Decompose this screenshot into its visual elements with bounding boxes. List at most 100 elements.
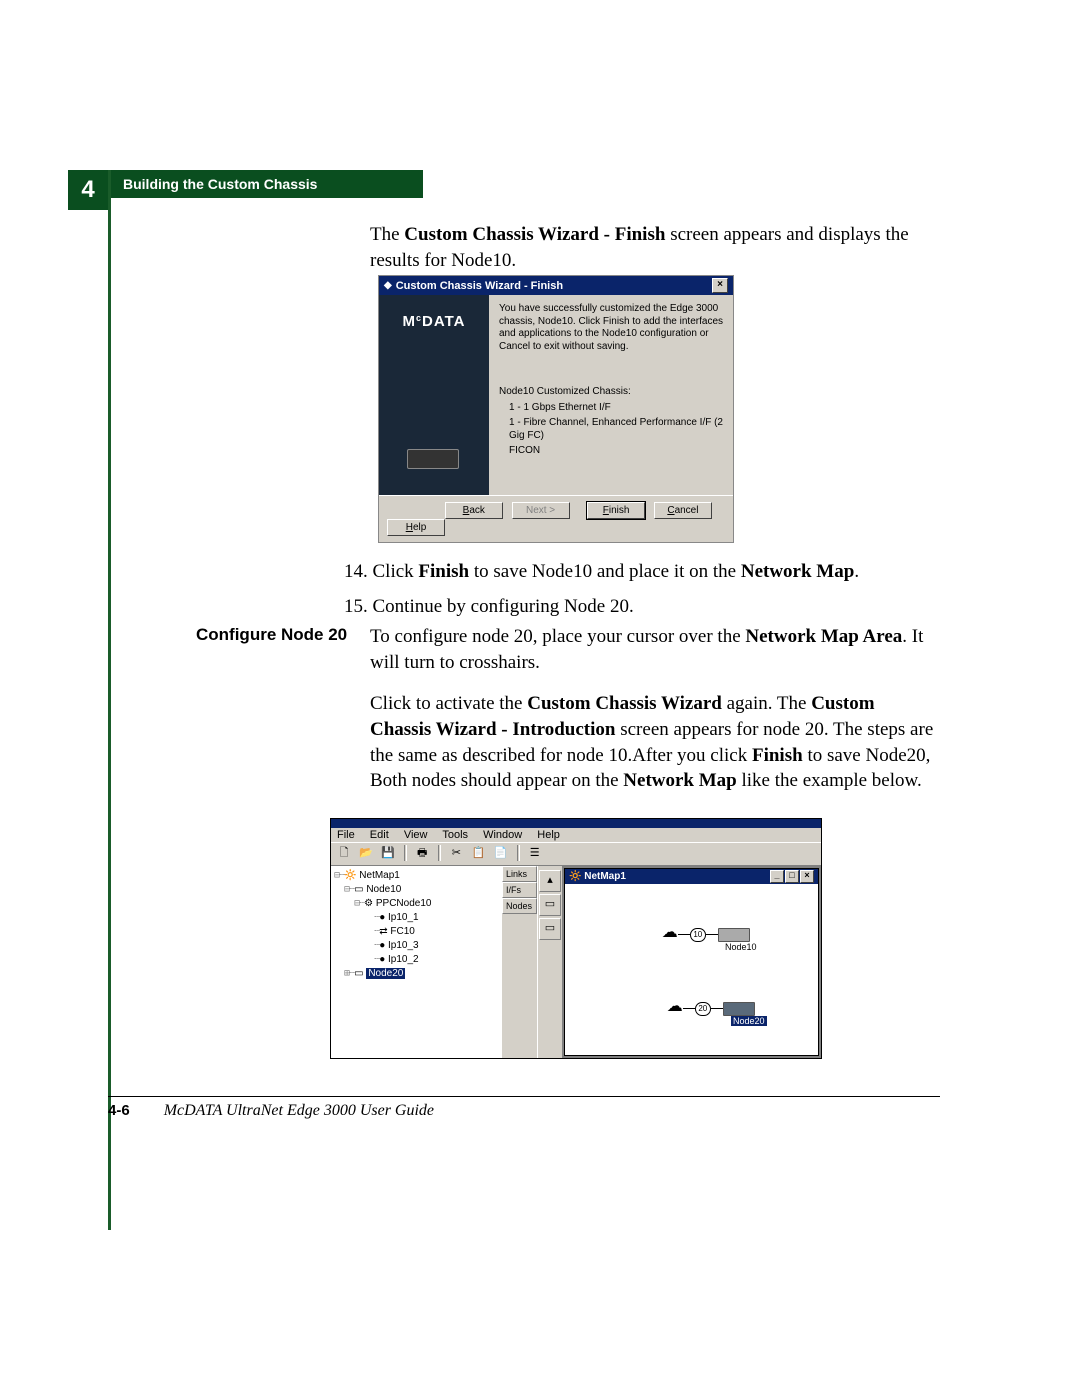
text: . xyxy=(854,561,859,582)
menu-view[interactable]: View xyxy=(404,829,428,841)
text-bold: Network Map xyxy=(741,561,854,582)
tab-nodes[interactable]: Nodes xyxy=(502,898,537,914)
netmap-window: 🔆 NetMap1 _ □ × ☁10 Node10 ☁20 No xyxy=(564,868,819,1056)
cm-titlebar xyxy=(331,819,821,828)
menu-file[interactable]: File xyxy=(337,829,355,841)
text-bold: Network Map Area xyxy=(745,626,902,647)
text: again. The xyxy=(722,693,811,714)
next-button: Next > xyxy=(512,502,570,519)
footer-rule xyxy=(108,1096,940,1097)
tree-ip2[interactable]: ┄● Ip10_2 xyxy=(334,953,499,967)
wizard-titlebar: ◆ Custom Chassis Wizard - Finish × xyxy=(379,276,733,295)
text: Click xyxy=(368,561,419,582)
menu-window[interactable]: Window xyxy=(483,829,522,841)
text: Click to activate the xyxy=(370,693,527,714)
tree-root[interactable]: ⊟┄🔆 NetMap1 xyxy=(334,869,499,883)
back-button[interactable]: Back xyxy=(445,502,503,519)
node-label: Node20 xyxy=(731,1016,767,1026)
text-bold: Network Map xyxy=(623,770,736,791)
map-node20[interactable]: ☁ 20 Node20 xyxy=(655,996,767,1026)
tab-links[interactable]: Links xyxy=(502,866,537,882)
book-title: McDATA UltraNet Edge 3000 User Guide xyxy=(164,1102,434,1119)
map-title-text: NetMap1 xyxy=(584,871,626,882)
tree-node10[interactable]: ⊟┄▭ Node10 xyxy=(334,883,499,897)
finish-button[interactable]: Finish xyxy=(587,502,645,519)
node-tool2-icon[interactable]: ▭ xyxy=(539,918,561,940)
paste-icon[interactable]: 📄 xyxy=(492,845,510,863)
chapter-number: 4 xyxy=(68,170,108,210)
tree-ppc[interactable]: ⊟┄⚙ PPCNode10 xyxy=(334,897,499,911)
chassis-icon xyxy=(718,928,750,942)
copy-icon[interactable]: 📋 xyxy=(469,845,487,863)
text: like the example below. xyxy=(737,770,922,791)
intro-paragraph: The Custom Chassis Wizard - Finish scree… xyxy=(370,222,940,273)
wizard-list-title: Node10 Customized Chassis: xyxy=(499,386,723,399)
minimize-icon[interactable]: _ xyxy=(770,870,784,883)
text-bold: Finish xyxy=(752,745,803,766)
header-title: Building the Custom Chassis xyxy=(111,170,423,198)
brand-logo: McDATA xyxy=(379,313,489,330)
tree-panel: ⊟┄🔆 NetMap1 ⊟┄▭ Node10 ⊟┄⚙ PPCNode10 ┄● … xyxy=(331,866,502,1058)
wizard-screenshot: ◆ Custom Chassis Wizard - Finish × McDAT… xyxy=(378,275,734,543)
cancel-button[interactable]: Cancel xyxy=(654,502,712,519)
left-rule xyxy=(108,170,111,1230)
sub-para-1: To configure node 20, place your cursor … xyxy=(370,624,940,675)
tree-ip1[interactable]: ┄● Ip10_1 xyxy=(334,911,499,925)
node-id: 20 xyxy=(695,1002,711,1016)
side-tabs: Links I/Fs Nodes xyxy=(502,866,537,1058)
help-button[interactable]: Help xyxy=(387,519,445,536)
maximize-icon[interactable]: □ xyxy=(785,870,799,883)
tree-fc[interactable]: ┄⇄ FC10 xyxy=(334,925,499,939)
wizard-icon: ◆ xyxy=(384,280,392,291)
new-icon[interactable]: 🗋 xyxy=(335,845,353,863)
text-bold: Custom Chassis Wizard - Finish xyxy=(404,224,665,245)
cut-icon[interactable]: ✂ xyxy=(447,845,465,863)
text: The xyxy=(370,224,404,245)
text: Continue by configuring Node 20. xyxy=(368,596,634,617)
text-bold: Finish xyxy=(418,561,469,582)
page-number: 4-6 xyxy=(108,1102,130,1119)
tree-ip3[interactable]: ┄● Ip10_3 xyxy=(334,939,499,953)
wizard-footer: Back Next > Finish Cancel Help xyxy=(379,495,733,542)
print-icon[interactable]: 🖶 xyxy=(413,845,431,863)
step-15: 15. Continue by configuring Node 20. xyxy=(344,593,940,622)
step-14: 14. Click Finish to save Node10 and plac… xyxy=(344,558,940,587)
node-tool-icon[interactable]: ▭ xyxy=(539,894,561,916)
pointer-tool-icon[interactable]: ▴ xyxy=(539,870,561,892)
text-bold: Custom Chassis Wizard xyxy=(527,693,722,714)
text: To configure node 20, place your cursor … xyxy=(370,626,745,647)
save-icon[interactable]: 💾 xyxy=(379,845,397,863)
wizard-item: FICON xyxy=(499,445,723,458)
wizard-item: 1 - Fibre Channel, Enhanced Performance … xyxy=(499,417,723,442)
node-id: 10 xyxy=(690,928,706,942)
properties-icon[interactable]: ☰ xyxy=(526,845,544,863)
tree-node20[interactable]: ⊞┄▭ Node20 xyxy=(334,967,499,981)
step-num: 14. xyxy=(344,561,368,582)
config-manager-screenshot: File Edit View Tools Window Help 🗋 📂 💾 🖶… xyxy=(330,818,822,1059)
wizard-content: You have successfully customized the Edg… xyxy=(489,295,733,495)
toolbar: 🗋 📂 💾 🖶 ✂ 📋 📄 ☰ xyxy=(331,842,821,866)
open-icon[interactable]: 📂 xyxy=(357,845,375,863)
close-icon[interactable]: × xyxy=(800,870,814,883)
footer: 4-6 McDATA UltraNet Edge 3000 User Guide xyxy=(108,1102,434,1120)
chassis-icon xyxy=(723,1002,755,1016)
chassis-icon xyxy=(407,449,459,469)
cloud-icon: ☁ xyxy=(667,996,683,1016)
step-num: 15. xyxy=(344,596,368,617)
node-label: Node10 xyxy=(725,942,757,952)
menu-help[interactable]: Help xyxy=(537,829,560,841)
map-node10[interactable]: ☁ 10 Node10 xyxy=(655,922,757,952)
map-canvas[interactable]: ☁ 10 Node10 ☁ 20 Node20 xyxy=(565,884,818,1054)
cloud-icon: 🔆 xyxy=(569,871,581,882)
wizard-message: You have successfully customized the Edg… xyxy=(499,303,723,353)
wizard-sidebar: McDATA xyxy=(379,295,489,495)
cloud-icon: ☁ xyxy=(662,922,678,942)
sub-heading: Configure Node 20 xyxy=(196,625,347,645)
menu-edit[interactable]: Edit xyxy=(370,829,389,841)
tab-ifs[interactable]: I/Fs xyxy=(502,882,537,898)
map-tools: ▴ ▭ ▭ xyxy=(537,866,562,1058)
close-icon[interactable]: × xyxy=(712,278,728,293)
menu-tools[interactable]: Tools xyxy=(442,829,468,841)
menubar: File Edit View Tools Window Help xyxy=(331,828,821,842)
wizard-title-text: Custom Chassis Wizard - Finish xyxy=(396,280,563,292)
